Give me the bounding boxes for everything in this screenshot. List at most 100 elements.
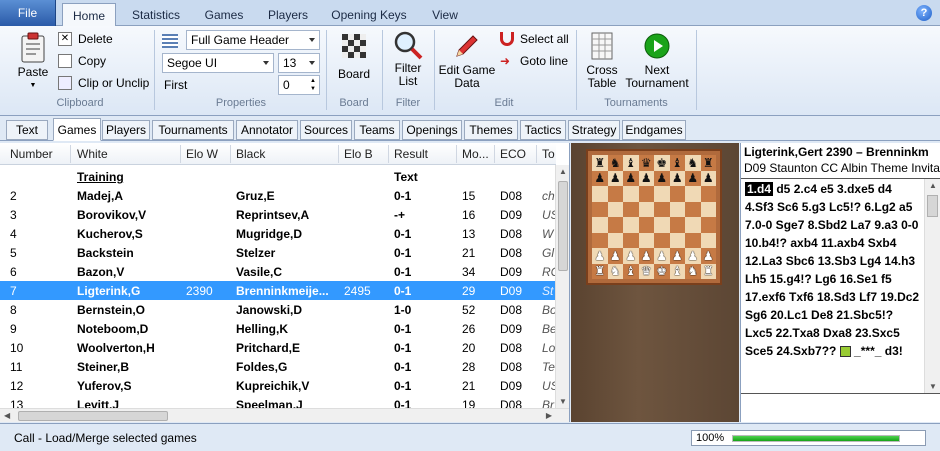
black-piece-icon[interactable]: ♟: [672, 172, 683, 184]
board-square[interactable]: [685, 217, 701, 233]
board-square[interactable]: [669, 232, 685, 248]
white-piece-icon[interactable]: ♝: [672, 265, 683, 277]
goto-line-button[interactable]: ➜ Goto line: [500, 54, 568, 68]
edit-game-data-button[interactable]: Edit Game Data: [438, 32, 496, 90]
scroll-up-icon[interactable]: ▲: [929, 181, 937, 190]
black-piece-icon[interactable]: ♞: [610, 157, 621, 169]
column-moves[interactable]: Mo...: [462, 147, 489, 161]
header-select[interactable]: Full Game Header: [186, 30, 320, 50]
table-row[interactable]: 10 Woolverton,H Pritchard,E 0-1 20 D08 Lo: [0, 338, 556, 357]
table-row[interactable]: 5 Backstein Stelzer 0-1 21 D08 Gl: [0, 243, 556, 262]
board-square[interactable]: [700, 232, 716, 248]
clip-unclip-button[interactable]: Clip or Unclip: [58, 76, 149, 90]
table-row[interactable]: 6 Bazon,V Vasile,C 0-1 34 D09 RC: [0, 262, 556, 281]
board-square[interactable]: [654, 217, 670, 233]
scroll-right-icon[interactable]: ▶: [546, 411, 552, 420]
board-square[interactable]: ♝: [623, 155, 639, 171]
board-square[interactable]: [623, 217, 639, 233]
black-piece-icon[interactable]: ♝: [625, 157, 636, 169]
board-square[interactable]: [592, 186, 608, 202]
board-square[interactable]: ♟: [654, 170, 670, 186]
board-square[interactable]: [607, 201, 623, 217]
subtab-players[interactable]: Players: [102, 120, 150, 140]
board-square[interactable]: ♛: [638, 263, 654, 279]
board-square[interactable]: ♟: [638, 248, 654, 264]
board-square[interactable]: ♟: [592, 170, 608, 186]
board-square[interactable]: ♟: [700, 248, 716, 264]
board-square[interactable]: ♜: [700, 155, 716, 171]
table-row[interactable]: 4 Kucherov,S Mugridge,D 0-1 13 D08 W: [0, 224, 556, 243]
black-piece-icon[interactable]: ♟: [594, 172, 605, 184]
board-square[interactable]: [654, 201, 670, 217]
board-square[interactable]: [623, 232, 639, 248]
tab-players[interactable]: Players: [260, 4, 316, 26]
board-square[interactable]: [592, 201, 608, 217]
tab-opening-keys[interactable]: Opening Keys: [326, 4, 412, 26]
scroll-up-icon[interactable]: ▲: [559, 167, 567, 176]
white-piece-icon[interactable]: ♜: [703, 265, 714, 277]
board-square[interactable]: [669, 201, 685, 217]
board-square[interactable]: ♟: [638, 170, 654, 186]
board-square[interactable]: ♟: [592, 248, 608, 264]
board-square[interactable]: ♞: [685, 263, 701, 279]
column-black[interactable]: Black: [236, 147, 265, 161]
scroll-down-icon[interactable]: ▼: [929, 382, 937, 391]
table-row[interactable]: 9 Noteboom,D Helling,K 0-1 26 D09 Be: [0, 319, 556, 338]
white-piece-icon[interactable]: ♛: [641, 265, 652, 277]
table-row[interactable]: 2 Madej,A Gruz,E 0-1 15 D08 ch: [0, 186, 556, 205]
paste-button[interactable]: Paste ▼: [12, 32, 54, 92]
board-square[interactable]: [638, 201, 654, 217]
board-square[interactable]: [669, 217, 685, 233]
tab-games[interactable]: Games: [196, 4, 252, 26]
scroll-down-icon[interactable]: ▼: [559, 397, 567, 406]
board-square[interactable]: ♝: [623, 263, 639, 279]
subtab-sources[interactable]: Sources: [300, 120, 352, 140]
subtab-teams[interactable]: Teams: [354, 120, 400, 140]
subtab-strategy[interactable]: Strategy: [568, 120, 620, 140]
vertical-scrollbar[interactable]: ▲ ▼: [555, 165, 569, 408]
scroll-thumb[interactable]: [558, 181, 568, 271]
board-button[interactable]: Board: [334, 34, 374, 81]
subtab-games[interactable]: Games: [53, 118, 101, 141]
black-piece-icon[interactable]: ♟: [703, 172, 714, 184]
select-all-button[interactable]: Select all: [500, 32, 569, 46]
column-elo-b[interactable]: Elo B: [344, 147, 373, 161]
board-square[interactable]: [654, 232, 670, 248]
scroll-thumb[interactable]: [927, 195, 938, 217]
board-square[interactable]: ♟: [607, 248, 623, 264]
board-square[interactable]: ♞: [685, 155, 701, 171]
black-piece-icon[interactable]: ♜: [703, 157, 714, 169]
next-tournament-button[interactable]: Next Tournament: [624, 32, 690, 90]
black-piece-icon[interactable]: ♝: [672, 157, 683, 169]
black-piece-icon[interactable]: ♜: [594, 157, 605, 169]
board-square[interactable]: [700, 201, 716, 217]
delete-button[interactable]: ✕ Delete: [58, 32, 113, 46]
board-square[interactable]: ♟: [654, 248, 670, 264]
subtab-tactics[interactable]: Tactics: [520, 120, 566, 140]
board-square[interactable]: ♜: [592, 155, 608, 171]
subtab-text[interactable]: Text: [6, 120, 48, 140]
white-piece-icon[interactable]: ♟: [703, 250, 714, 262]
table-row[interactable]: 11 Steiner,B Foldes,G 0-1 28 D08 Te: [0, 357, 556, 376]
white-piece-icon[interactable]: ♟: [656, 250, 667, 262]
chess-board[interactable]: ♜ ♞ ♝ ♛ ♚ ♝ ♞ ♜ ♟ ♟ ♟ ♟ ♟ ♟ ♟ ♟ ♟ ♟ ♟ ♟ ♟ ♟ ♟ ♟ ♜ ♞ ♝ ♛ ♚ ♝ ♞ ♜: [592, 155, 716, 279]
board-square[interactable]: [700, 186, 716, 202]
board-square[interactable]: [638, 217, 654, 233]
white-piece-icon[interactable]: ♞: [687, 265, 698, 277]
board-square[interactable]: ♟: [669, 248, 685, 264]
scroll-left-icon[interactable]: ◀: [4, 411, 10, 420]
board-square[interactable]: ♟: [685, 170, 701, 186]
board-square[interactable]: [685, 201, 701, 217]
board-square[interactable]: ♚: [654, 263, 670, 279]
board-square[interactable]: ♟: [669, 170, 685, 186]
board-square[interactable]: [592, 217, 608, 233]
board-square[interactable]: ♝: [669, 155, 685, 171]
table-row[interactable]: 3 Borovikov,V Reprintsev,A -+ 16 D09 US: [0, 205, 556, 224]
black-piece-icon[interactable]: ♚: [656, 157, 667, 169]
black-piece-icon[interactable]: ♟: [656, 172, 667, 184]
font-select[interactable]: Segoe UI: [162, 53, 274, 73]
white-piece-icon[interactable]: ♚: [656, 265, 667, 277]
tab-view[interactable]: View: [422, 4, 468, 26]
white-piece-icon[interactable]: ♜: [594, 265, 605, 277]
file-button[interactable]: File: [0, 0, 56, 26]
